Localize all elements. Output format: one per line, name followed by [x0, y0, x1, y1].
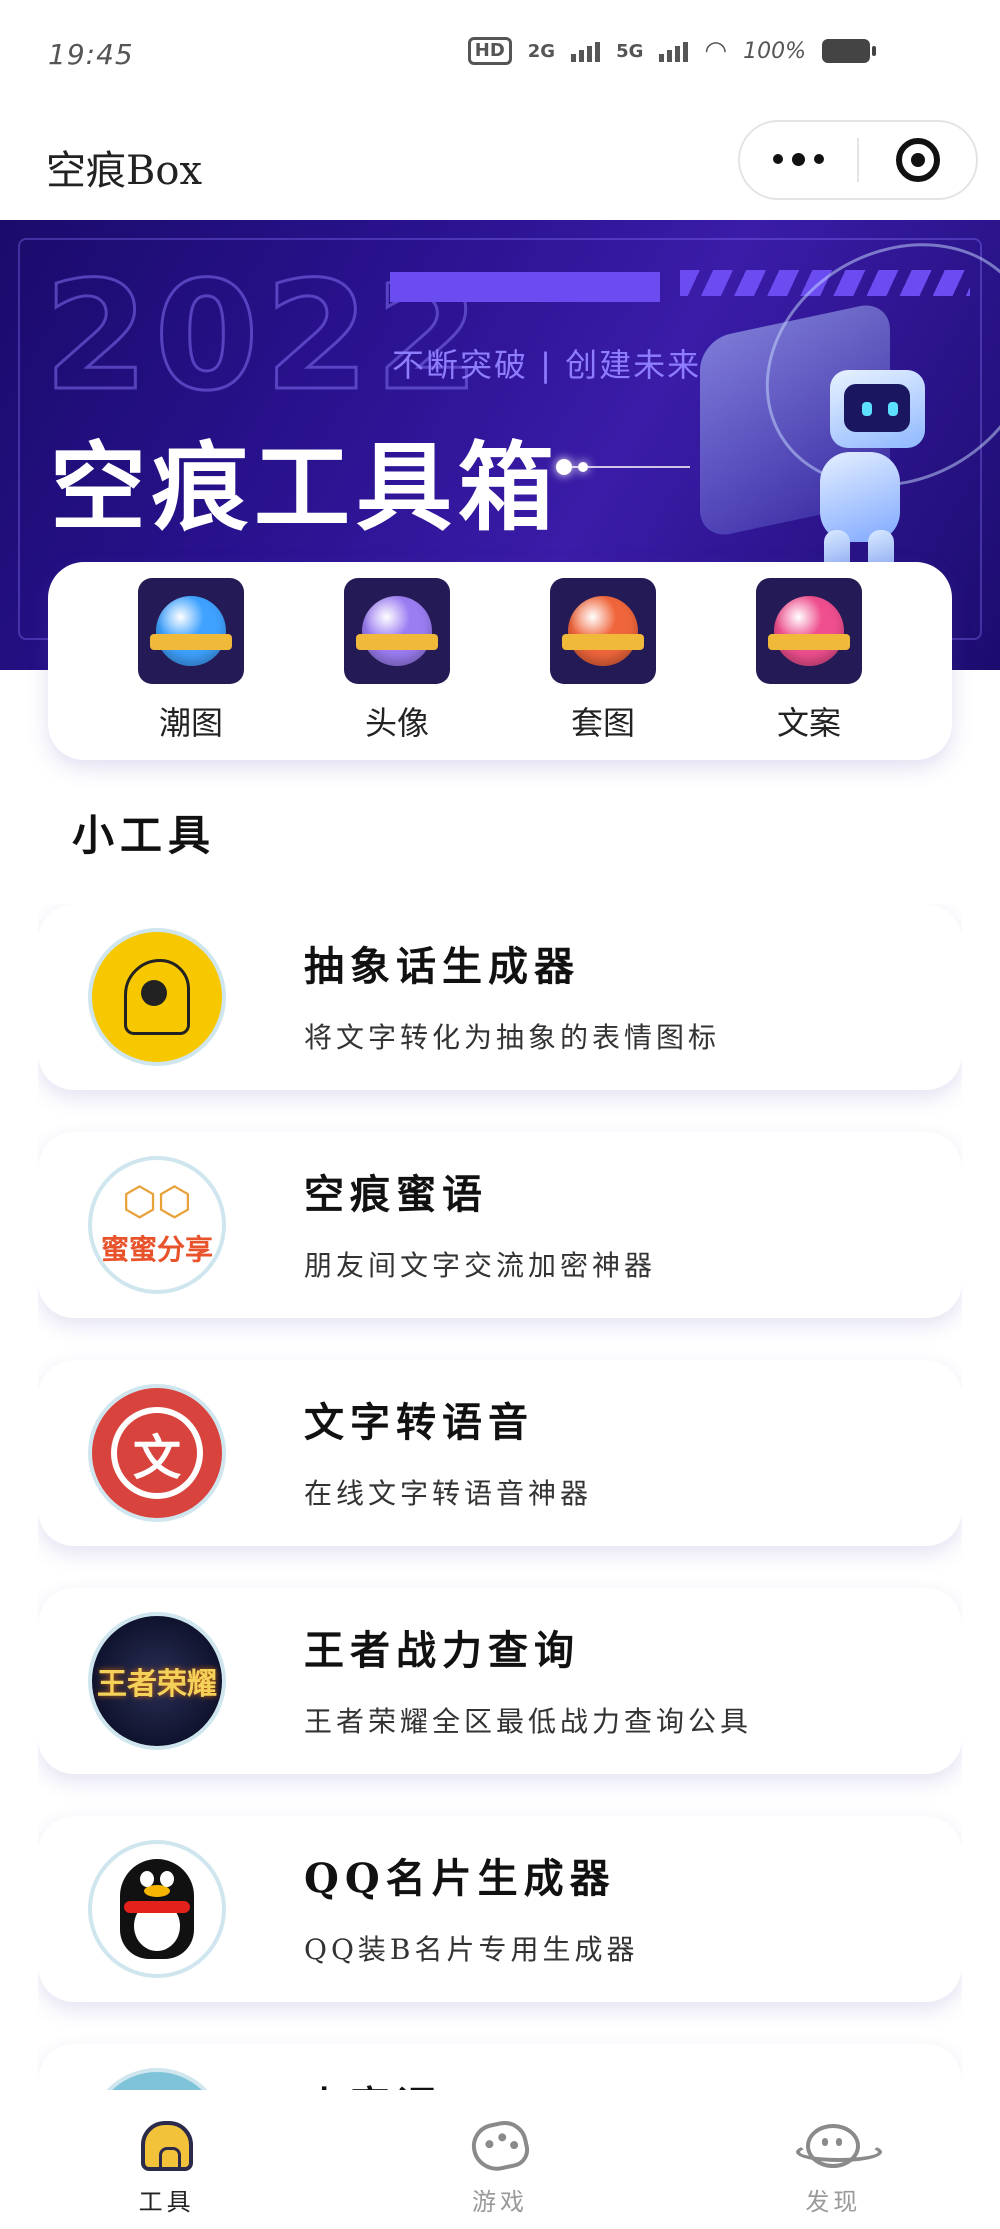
tool-name: QQ名片生成器: [304, 1855, 616, 1902]
tool-desc: 王者荣耀全区最低战力查询公具: [304, 1705, 753, 1738]
king-logo-text: 王者荣耀: [97, 1667, 217, 1702]
tool-name: 抽象话生成器: [304, 943, 580, 990]
tool-name: 文字转语音: [304, 1399, 534, 1446]
battery-icon: [822, 39, 876, 63]
text-bubble-glyph: 文: [111, 1407, 203, 1499]
status-indicators: HD 2G 5G ◠ 100%: [467, 36, 876, 66]
gem-icon: [156, 596, 226, 666]
category-copywriting[interactable]: 文案: [739, 578, 879, 744]
status-time: 19:45: [48, 38, 134, 71]
signal-icon: [659, 40, 689, 62]
game-icon: [467, 2116, 533, 2176]
more-dots-icon: [814, 154, 824, 164]
robot-illustration: [780, 370, 930, 590]
tab-discover[interactable]: 发现: [753, 2118, 913, 2217]
tool-name: 小密调: [304, 2074, 442, 2090]
nav-bar: 空痕Box: [0, 110, 1000, 220]
tool-desc: QQ装B名片专用生成器: [304, 1933, 639, 1966]
category-label: 头像: [364, 704, 429, 742]
tool-card-honey[interactable]: ⬡⬡ 蜜蜜分享 空痕蜜语 朋友间文字交流加密神器: [38, 1132, 962, 1318]
category-card: 潮图 头像 套图 文案: [48, 562, 952, 760]
trend-image-icon: [138, 578, 244, 684]
network-5g-label: 5G: [616, 40, 644, 62]
tab-bar: 工具 游戏 发现: [0, 2090, 1000, 2229]
tab-label: 工具: [138, 2188, 195, 2216]
category-avatar[interactable]: 头像: [327, 578, 467, 744]
tool-list: 抽象话生成器 将文字转化为抽象的表情图标 ⬡⬡ 蜜蜜分享 空痕蜜语 朋友间文字交…: [38, 904, 962, 2090]
king-glory-icon: 王者荣耀: [88, 1612, 226, 1750]
banner-decor-bar: [390, 272, 660, 302]
tool-desc: 朋友间文字交流加密神器: [304, 1249, 657, 1282]
tool-desc: 将文字转化为抽象的表情图标: [304, 1021, 721, 1054]
banner-slogan: 不断突破 | 创建未来: [392, 346, 702, 384]
signal-icon: [571, 40, 601, 62]
home-icon: [137, 2118, 197, 2174]
copywriting-image-icon: [756, 578, 862, 684]
close-button[interactable]: [859, 138, 976, 182]
section-title: 小工具: [72, 811, 217, 860]
category-label: 文案: [776, 704, 841, 742]
tool-desc: 在线文字转语音神器: [304, 1477, 593, 1510]
tool-card-abstract[interactable]: 抽象话生成器 将文字转化为抽象的表情图标: [38, 904, 962, 1090]
tool-name: 王者战力查询: [304, 1627, 580, 1674]
tab-games[interactable]: 游戏: [420, 2116, 580, 2217]
category-trend[interactable]: 潮图: [121, 578, 261, 744]
tool-card-partial[interactable]: 小密调: [38, 2044, 962, 2090]
battery-label: 100%: [743, 38, 806, 64]
tab-label: 发现: [805, 2188, 862, 2216]
avatar-image-icon: [344, 578, 450, 684]
qq-penguin-icon: [88, 1840, 226, 1978]
gem-icon: [362, 596, 432, 666]
more-dots-icon: [792, 153, 805, 166]
hd-icon: HD: [467, 37, 512, 65]
partial-icon: [88, 2068, 226, 2090]
mini-program-capsule: [738, 120, 978, 200]
network-2g-label: 2G: [527, 40, 556, 62]
tab-tools[interactable]: 工具: [87, 2118, 247, 2217]
category-set[interactable]: 套图: [533, 578, 673, 744]
tab-label: 游戏: [471, 2188, 528, 2216]
banner-title: 空痕工具箱: [50, 432, 560, 544]
target-icon: [895, 138, 940, 182]
more-dots-icon: [773, 154, 783, 164]
set-image-icon: [550, 578, 656, 684]
more-button[interactable]: [740, 153, 857, 166]
page-title: 空痕Box: [46, 148, 203, 194]
status-bar: 19:45 HD 2G 5G ◠ 100%: [0, 0, 1000, 110]
honey-logo-text: 蜜蜜分享: [100, 1233, 213, 1266]
tool-card-tts[interactable]: 文 文字转语音 在线文字转语音神器: [38, 1360, 962, 1546]
wifi-icon: ◠: [704, 36, 728, 66]
category-label: 套图: [570, 704, 635, 742]
text-bubble-icon: 文: [88, 1384, 226, 1522]
gem-icon: [774, 596, 844, 666]
gem-icon: [568, 596, 638, 666]
tool-name: 空痕蜜语: [304, 1171, 488, 1218]
category-label: 潮图: [158, 704, 223, 742]
tool-card-king[interactable]: 王者荣耀 王者战力查询 王者荣耀全区最低战力查询公具: [38, 1588, 962, 1774]
abstract-head-icon: [88, 928, 226, 1066]
tool-card-qq[interactable]: QQ名片生成器 QQ装B名片专用生成器: [38, 1816, 962, 2002]
planet-icon: [796, 2118, 883, 2174]
honey-share-icon: ⬡⬡ 蜜蜜分享: [88, 1156, 226, 1294]
banner-decor-line: [560, 466, 690, 468]
